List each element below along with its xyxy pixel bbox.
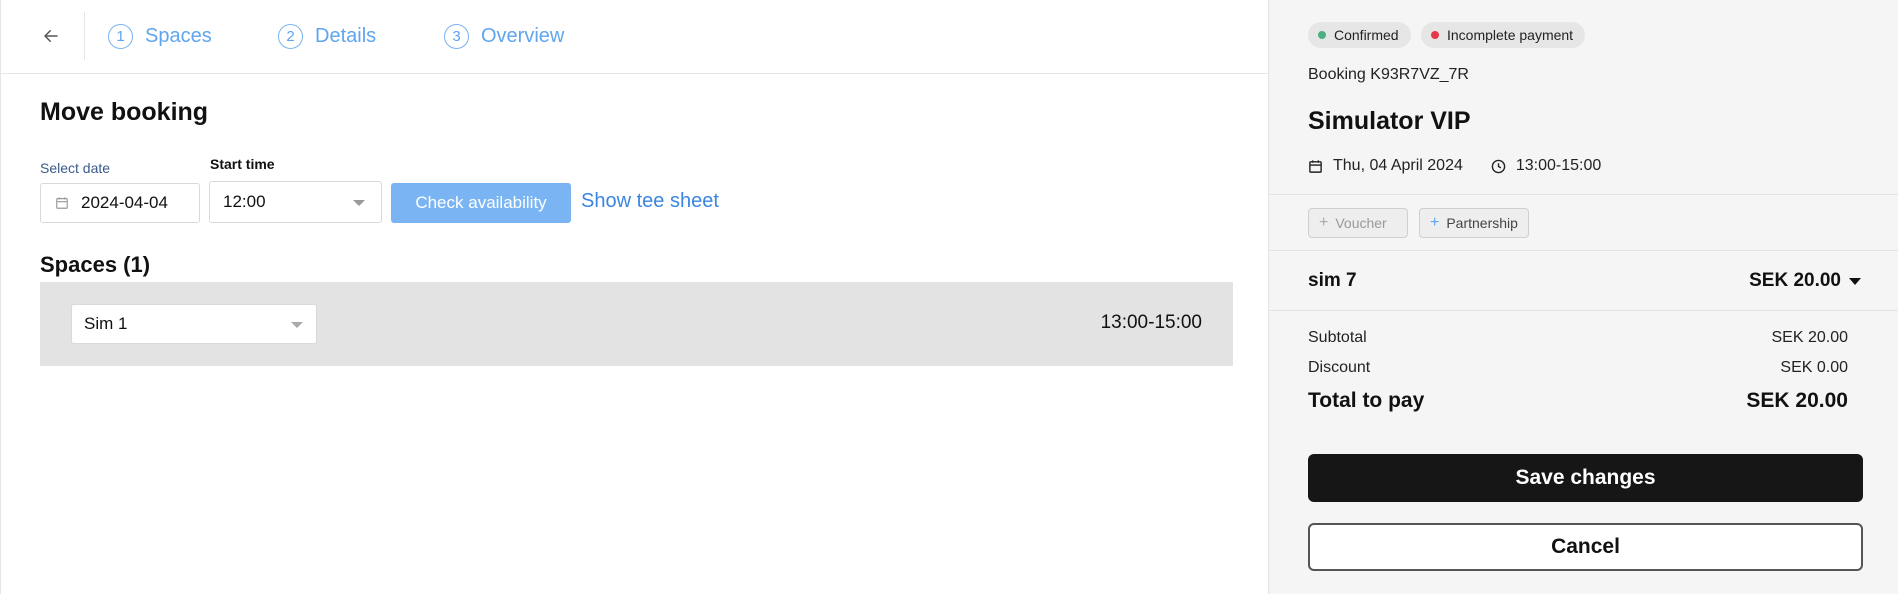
partnership-label: Partnership: [1446, 215, 1518, 231]
status-badge-label: Confirmed: [1334, 27, 1399, 43]
discount-label: Discount: [1308, 359, 1371, 376]
main-panel: 1 Spaces 2 Details 3 Overview Move booki…: [0, 0, 1269, 594]
line-item-name: sim 7: [1308, 270, 1357, 291]
cancel-button[interactable]: Cancel: [1308, 523, 1863, 571]
step-spaces[interactable]: 1 Spaces: [108, 22, 212, 50]
total-label: Total to pay: [1308, 389, 1425, 412]
space-time: 13:00-15:00: [1100, 312, 1202, 333]
date-label: Select date: [40, 160, 111, 176]
booking-sidebar: Confirmed Incomplete payment Booking K93…: [1268, 0, 1898, 594]
line-item-price: SEK 20.00: [1749, 270, 1841, 291]
booking-name: Simulator VIP: [1308, 107, 1471, 135]
back-arrow-icon: [44, 30, 58, 42]
space-select[interactable]: Sim 1: [71, 304, 317, 344]
status-badge-label: Incomplete payment: [1447, 27, 1574, 43]
space-select-value: Sim 1: [84, 314, 128, 333]
date-value: 2024-04-04: [81, 193, 168, 212]
check-availability-button[interactable]: Check availability: [391, 183, 571, 223]
step-label: Overview: [481, 24, 565, 47]
step-number: 3: [444, 23, 469, 49]
start-time-value: 12:00: [223, 192, 266, 211]
status-dot-icon: [1318, 31, 1326, 39]
back-button[interactable]: [35, 20, 67, 52]
plus-icon: +: [1319, 214, 1329, 231]
chevron-down-icon: [353, 200, 365, 206]
status-dot-icon: [1431, 31, 1439, 39]
line-item-price-toggle[interactable]: SEK 20.00: [1749, 270, 1861, 292]
step-number: 2: [278, 23, 303, 49]
show-tee-sheet-link[interactable]: Show tee sheet: [581, 190, 719, 213]
save-changes-button[interactable]: Save changes: [1308, 454, 1863, 502]
stepper-bar: 1 Spaces 2 Details 3 Overview: [1, 0, 1269, 74]
calendar-icon: [1309, 159, 1322, 173]
plus-icon: +: [1430, 214, 1440, 231]
booking-meta: Thu, 04 April 2024 13:00-15:00: [1308, 157, 1601, 175]
discount-value: SEK 0.00: [1780, 359, 1848, 376]
step-label: Details: [315, 24, 377, 47]
booking-id: Booking K93R7VZ_7R: [1308, 66, 1469, 83]
status-badge-payment: Incomplete payment: [1421, 22, 1586, 48]
calendar-icon: [56, 197, 68, 209]
step-number: 1: [108, 23, 133, 49]
stepper-divider: [84, 12, 85, 60]
step-label: Spaces: [145, 24, 212, 47]
subtotal-value: SEK 20.00: [1771, 329, 1849, 346]
divider: [1269, 194, 1898, 195]
app-root: 1 Spaces 2 Details 3 Overview Move booki…: [0, 0, 1898, 594]
chevron-down-icon: [1849, 277, 1861, 285]
spaces-heading: Spaces (1): [40, 252, 151, 277]
step-overview[interactable]: 3 Overview: [444, 22, 564, 50]
voucher-label: Voucher: [1335, 215, 1387, 231]
time-label: Start time: [210, 156, 275, 172]
divider: [1269, 250, 1898, 251]
chevron-down-icon: [291, 322, 303, 328]
booking-date: Thu, 04 April 2024: [1333, 157, 1463, 174]
add-partnership-button[interactable]: + Partnership: [1419, 208, 1529, 238]
subtotal-label: Subtotal: [1308, 329, 1367, 346]
page-title: Move booking: [40, 98, 209, 126]
status-badge-confirmed: Confirmed: [1308, 22, 1411, 48]
total-value: SEK 20.00: [1746, 389, 1848, 412]
clock-icon: [1491, 159, 1506, 173]
booking-time: 13:00-15:00: [1515, 157, 1602, 174]
step-details[interactable]: 2 Details: [278, 22, 376, 50]
date-input[interactable]: 2024-04-04: [40, 183, 200, 223]
start-time-select[interactable]: 12:00: [209, 181, 382, 223]
add-voucher-button[interactable]: + Voucher: [1308, 208, 1408, 238]
divider: [1269, 310, 1898, 311]
space-row: Sim 1 13:00-15:00: [40, 282, 1233, 366]
